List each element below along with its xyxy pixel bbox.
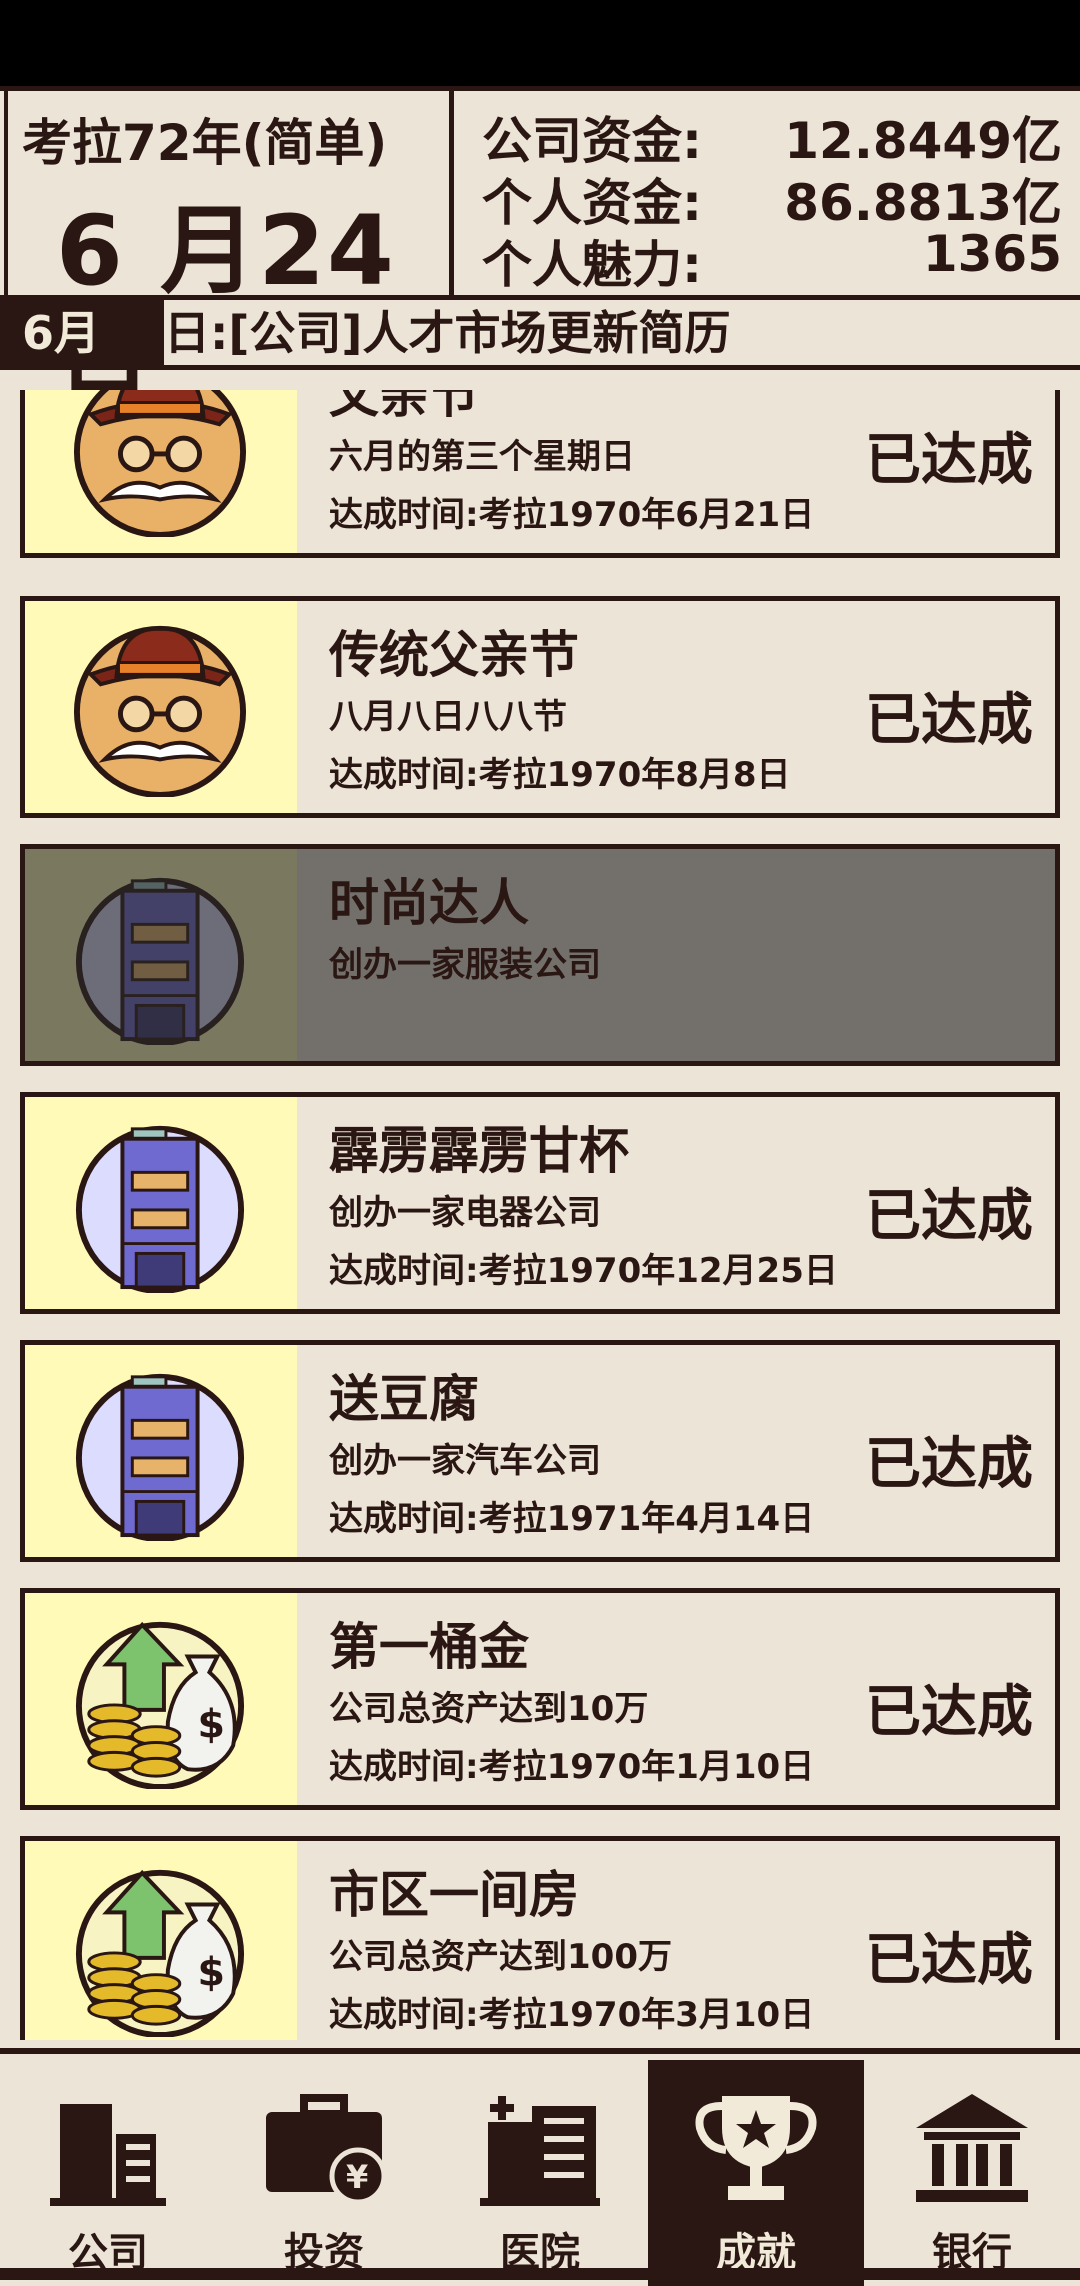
building-icon xyxy=(71,1363,249,1541)
achievement-desc: 公司总资产达到100万 xyxy=(329,1937,672,1977)
father-icon xyxy=(71,390,249,537)
achievement-title: 第一桶金 xyxy=(329,1618,529,1676)
nav-hospital[interactable]: 医院 xyxy=(432,2060,648,2286)
achievement-title: 传统父亲节 xyxy=(329,626,579,684)
achievement-card[interactable]: 霹雳霹雳甘杯 创办一家电器公司 达成时间:考拉1970年12月25日 已达成 xyxy=(20,1092,1060,1314)
building-icon xyxy=(71,1115,249,1293)
stat-value: 1365 xyxy=(922,225,1062,283)
achievement-status: 已达成 xyxy=(865,1680,1033,1745)
achievement-icon-area xyxy=(25,1345,297,1557)
money-icon xyxy=(71,1611,249,1789)
achievement-title: 霹雳霹雳甘杯 xyxy=(329,1122,629,1180)
header: 考拉72年(简单) 6 月24 日 公司资金: 12.8449亿 个人资金: 8… xyxy=(0,86,1080,446)
achievement-card[interactable]: 送豆腐 创办一家汽车公司 达成时间:考拉1971年4月14日 已达成 xyxy=(20,1340,1060,1562)
stat-charm: 个人魅力: 1365 xyxy=(476,225,1062,294)
investment-icon: ¥ xyxy=(266,2094,387,2205)
achievement-status: 已达成 xyxy=(865,1432,1033,1497)
money-icon xyxy=(71,1859,249,2037)
achievement-card-locked[interactable]: 时尚达人 创办一家服装公司 xyxy=(20,844,1060,1066)
trophy-icon xyxy=(695,2096,817,2200)
achievement-card[interactable]: 市区一间房 公司总资产达到100万 达成时间:考拉1970年3月10日 已达成 xyxy=(20,1836,1060,2040)
ticker-date: 6月24 xyxy=(0,300,164,365)
nav-bank[interactable]: 银行 xyxy=(864,2060,1080,2286)
achievement-icon-area xyxy=(25,1841,297,2040)
stats-panel: 公司资金: 12.8449亿 个人资金: 86.8813亿 个人魅力: 1365 xyxy=(476,101,1062,294)
achievement-title: 送豆腐 xyxy=(329,1370,479,1428)
father-icon xyxy=(71,619,249,797)
nav-achievements[interactable]: 成就 xyxy=(648,2060,864,2286)
ticker-text: 日:[公司]人才市场更新简历 xyxy=(164,306,731,360)
achievement-desc: 八月八日八八节 xyxy=(329,697,567,737)
hospital-icon xyxy=(480,2096,600,2206)
company-icon xyxy=(50,2104,166,2206)
bank-icon xyxy=(916,2094,1028,2202)
achievement-time: 达成时间:考拉1970年8月8日 xyxy=(329,755,791,795)
achievement-icon-area xyxy=(25,390,297,553)
achievement-title: 市区一间房 xyxy=(329,1866,579,1924)
achievement-desc: 创办一家汽车公司 xyxy=(329,1441,601,1481)
achievement-card[interactable]: 父亲节 六月的第三个星期日 达成时间:考拉1970年6月21日 已达成 xyxy=(20,390,1060,558)
achievement-title: 时尚达人 xyxy=(329,874,529,932)
achievement-icon-area xyxy=(25,1097,297,1309)
stat-personal-funds: 个人资金: 86.8813亿 xyxy=(476,163,1062,232)
year-label: 考拉72年(简单) xyxy=(22,114,388,172)
nav-company[interactable]: 公司 xyxy=(0,2060,216,2286)
achievement-desc: 创办一家服装公司 xyxy=(329,945,601,985)
svg-text:¥: ¥ xyxy=(346,2158,368,2196)
nav-investment[interactable]: ¥ 投资 xyxy=(216,2060,432,2286)
achievement-desc: 创办一家电器公司 xyxy=(329,1193,601,1233)
achievement-title: 父亲节 xyxy=(329,390,479,424)
date-box: 考拉72年(简单) 6 月24 日 xyxy=(4,91,454,446)
achievement-status: 已达成 xyxy=(865,428,1033,493)
achievement-status: 已达成 xyxy=(865,688,1033,753)
achievement-desc: 公司总资产达到10万 xyxy=(329,1689,649,1729)
achievement-time: 达成时间:考拉1970年12月25日 xyxy=(329,1251,838,1291)
news-ticker[interactable]: 6月24 日:[公司]人才市场更新简历 xyxy=(0,300,1080,370)
stat-company-funds: 公司资金: 12.8449亿 xyxy=(476,101,1062,170)
achievement-status: 已达成 xyxy=(865,1928,1033,1993)
achievement-time: 达成时间:考拉1970年3月10日 xyxy=(329,1995,815,2035)
achievement-icon-area xyxy=(25,601,297,813)
achievement-time: 达成时间:考拉1971年4月14日 xyxy=(329,1499,815,1539)
achievement-card[interactable]: 第一桶金 公司总资产达到10万 达成时间:考拉1970年1月10日 已达成 xyxy=(20,1588,1060,1810)
achievement-time: 达成时间:考拉1970年1月10日 xyxy=(329,1747,815,1787)
achievement-list[interactable]: 父亲节 六月的第三个星期日 达成时间:考拉1970年6月21日 已达成 传统父亲… xyxy=(0,390,1080,2040)
achievement-status: 已达成 xyxy=(865,1184,1033,1249)
bottom-edge xyxy=(0,2268,1080,2280)
achievement-icon-area xyxy=(25,1593,297,1805)
bottom-nav: 公司 ¥ 投资 医院 成就 银行 xyxy=(0,2048,1080,2286)
stat-label: 个人魅力: xyxy=(482,236,702,294)
achievement-card[interactable]: 传统父亲节 八月八日八八节 达成时间:考拉1970年8月8日 已达成 xyxy=(20,596,1060,818)
achievement-desc: 六月的第三个星期日 xyxy=(329,437,635,477)
status-bar xyxy=(0,0,1080,86)
achievement-time: 达成时间:考拉1970年6月21日 xyxy=(329,495,815,535)
